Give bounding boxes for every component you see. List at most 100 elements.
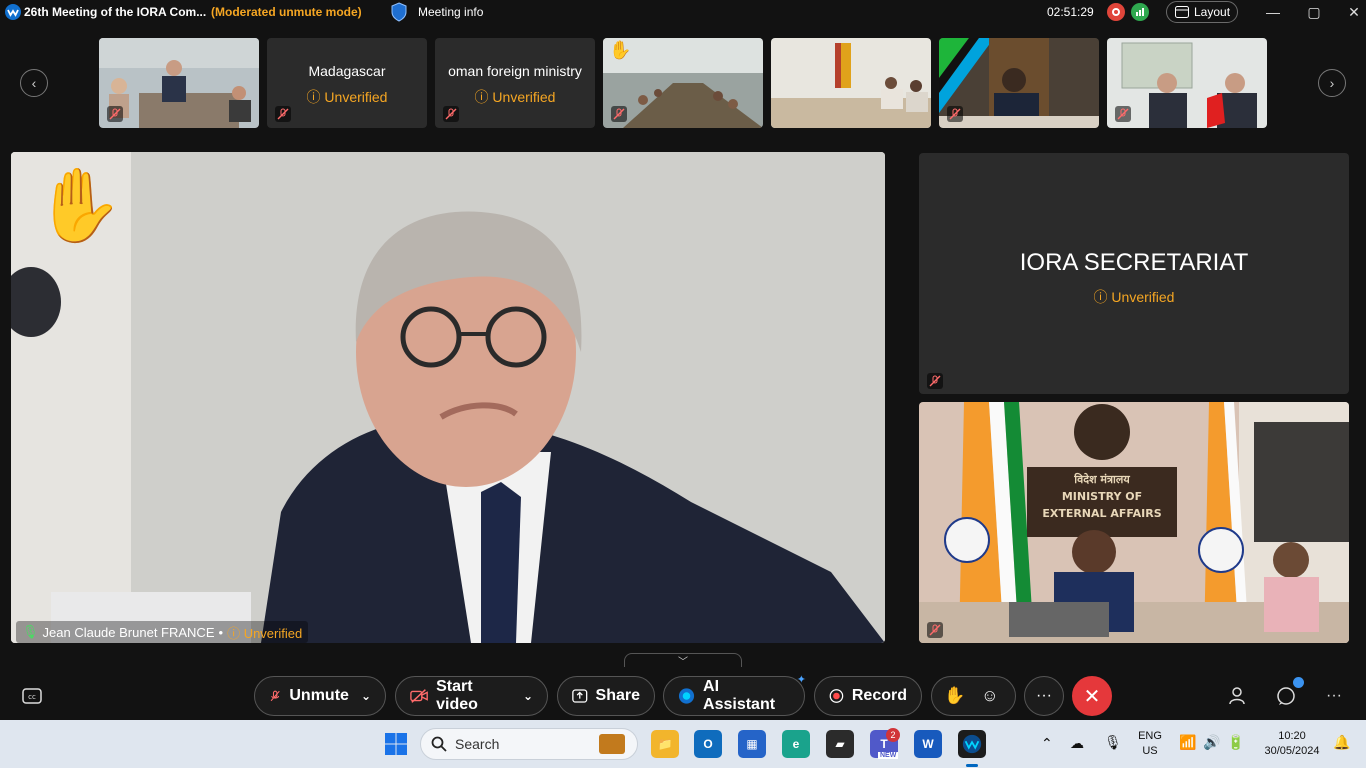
wifi-icon[interactable]: 📶: [1179, 734, 1196, 751]
meeting-title: 26th Meeting of the IORA Com...: [24, 5, 207, 19]
language-indicator[interactable]: ENG US: [1136, 729, 1164, 759]
taskbar-search-box[interactable]: Search: [420, 728, 638, 760]
raised-hand-icon: ✋: [34, 166, 124, 246]
ai-assistant-button[interactable]: AI Assistant ✦: [663, 674, 806, 716]
share-icon: [572, 689, 588, 703]
ministry-sign: विदेश मंत्रालय MINISTRY OF EXTERNAL AFFA…: [1042, 473, 1162, 520]
search-icon: [431, 736, 447, 752]
chat-notification-dot: [1293, 677, 1304, 688]
participant-name: IORA SECRETARIAT: [1019, 249, 1249, 276]
share-button[interactable]: Share: [557, 676, 655, 716]
windows-taskbar: Search 📁 O ▦ e ▰ T 2 NEW W ⌃ ☁ 🎙 ENG US …: [0, 720, 1366, 768]
raise-hand-button[interactable]: ✋: [944, 686, 965, 706]
webex-app-icon[interactable]: [958, 730, 986, 758]
more-options-button[interactable]: ···: [1024, 676, 1064, 716]
maximize-button[interactable]: ▢: [1299, 2, 1329, 22]
participant-video: [1107, 38, 1267, 128]
unverified-label: ⓘ Unverified: [474, 89, 556, 105]
outlook-icon[interactable]: O: [694, 730, 722, 758]
participant-tile-india[interactable]: विदेश मंत्रालय MINISTRY OF EXTERNAL AFFA…: [919, 402, 1349, 643]
close-icon: ✕: [1083, 685, 1101, 708]
microsoft-store-icon[interactable]: ▦: [738, 730, 766, 758]
meeting-info-button[interactable]: Meeting info: [418, 5, 483, 19]
volume-icon[interactable]: 🔊: [1203, 734, 1220, 751]
chevron-down-icon[interactable]: ⌄: [523, 689, 533, 703]
ai-assistant-icon: [678, 688, 695, 704]
filmstrip-next-button[interactable]: ›: [1318, 69, 1346, 97]
clock[interactable]: 10:20 30/05/2024: [1258, 729, 1326, 759]
notifications-icon[interactable]: 🔔: [1333, 734, 1350, 751]
participant-video: [771, 38, 931, 128]
sparkle-icon: ✦: [796, 674, 806, 686]
mic-muted-icon: [927, 373, 943, 389]
mic-muted-icon: [947, 106, 963, 122]
reactions-group: ✋ ☺: [931, 676, 1016, 716]
network-stats-icon[interactable]: [1131, 3, 1149, 21]
video-off-icon: [410, 689, 428, 703]
start-video-button[interactable]: Start video ⌄: [395, 676, 548, 716]
unverified-label: ⓘ Unverified: [1093, 289, 1175, 305]
mic-muted-icon: [270, 690, 280, 702]
teams-new-label: NEW: [878, 752, 899, 759]
participant-name: oman foreign ministry: [448, 63, 582, 79]
mic-muted-icon: [275, 106, 291, 122]
webex-logo-icon: [5, 4, 21, 20]
participant-video: [939, 38, 1099, 128]
participant-video: [99, 38, 259, 128]
participant-thumbnail[interactable]: [939, 38, 1099, 128]
meeting-timer: 02:51:29: [1047, 5, 1094, 19]
layout-label: Layout: [1194, 5, 1231, 19]
participant-thumbnail-oman[interactable]: oman foreign ministry ⓘ Unverified: [435, 38, 595, 128]
participant-thumbnail[interactable]: [1107, 38, 1267, 128]
mic-muted-icon: [1115, 106, 1131, 122]
participant-tile-iora-secretariat[interactable]: IORA SECRETARIAT ⓘ Unverified: [919, 153, 1349, 394]
chevron-down-icon: ﹀: [678, 657, 688, 668]
show-hidden-icons-button[interactable]: ⌃: [1041, 735, 1053, 752]
mic-muted-icon: [927, 622, 943, 638]
teams-notification-badge: 2: [886, 728, 900, 742]
participant-name: Madagascar: [308, 63, 386, 79]
battery-icon[interactable]: 🔋: [1227, 734, 1244, 751]
search-highlight-icon: [599, 734, 625, 754]
filmstrip-prev-button[interactable]: ‹: [20, 69, 48, 97]
meeting-controls-bar: cc Unmute ⌄ Start video ⌄ Share AI Assis…: [0, 668, 1366, 720]
mic-on-icon: 🎙: [22, 624, 39, 639]
close-window-button[interactable]: ✕: [1339, 2, 1366, 22]
mic-muted-icon: [443, 106, 459, 122]
file-explorer-icon[interactable]: 📁: [651, 730, 679, 758]
participant-thumbnail[interactable]: ✋: [603, 38, 763, 128]
onedrive-icon[interactable]: ☁: [1070, 735, 1084, 752]
mic-muted-icon: [107, 106, 123, 122]
sticky-notes-icon[interactable]: ▰: [826, 730, 854, 758]
participants-icon[interactable]: [1226, 684, 1250, 708]
windows-start-icon[interactable]: [382, 730, 410, 758]
layout-button[interactable]: Layout: [1166, 1, 1238, 23]
shield-icon[interactable]: [390, 2, 408, 22]
participant-thumbnail-madagascar[interactable]: Madagascar ⓘ Unverified: [267, 38, 427, 128]
edge-browser-icon[interactable]: e: [782, 730, 810, 758]
participant-thumbnail[interactable]: [99, 38, 259, 128]
record-button[interactable]: Record: [814, 676, 922, 716]
record-icon: [829, 689, 844, 703]
microphone-tray-icon[interactable]: 🎙: [1104, 734, 1122, 751]
more-panels-icon[interactable]: ···: [1322, 684, 1346, 708]
recording-indicator-icon[interactable]: [1107, 3, 1125, 21]
active-speaker-name-tag: 🎙 Jean Claude Brunet FRANCE • ⓘ Unverifi…: [16, 621, 309, 643]
search-placeholder: Search: [455, 736, 500, 752]
leave-meeting-button[interactable]: ✕: [1072, 676, 1112, 716]
chevron-down-icon[interactable]: ⌄: [361, 689, 371, 703]
unmute-button[interactable]: Unmute ⌄: [254, 676, 386, 716]
unverified-label: ⓘ Unverified: [227, 625, 303, 641]
title-bar: 26th Meeting of the IORA Com... (Moderat…: [0, 0, 1366, 24]
word-icon[interactable]: W: [914, 730, 942, 758]
collapse-controls-tab[interactable]: ﹀: [624, 653, 742, 668]
chat-icon[interactable]: [1274, 677, 1304, 708]
emoji-reactions-button[interactable]: ☺: [981, 686, 998, 706]
participant-thumbnail[interactable]: [771, 38, 931, 128]
speaker-video-feed: [11, 152, 885, 643]
minimize-button[interactable]: —: [1258, 2, 1288, 22]
svg-text:cc: cc: [28, 693, 36, 701]
closed-captions-icon[interactable]: cc: [20, 684, 44, 708]
active-speaker-video[interactable]: [11, 152, 885, 643]
layout-icon: [1175, 6, 1189, 18]
